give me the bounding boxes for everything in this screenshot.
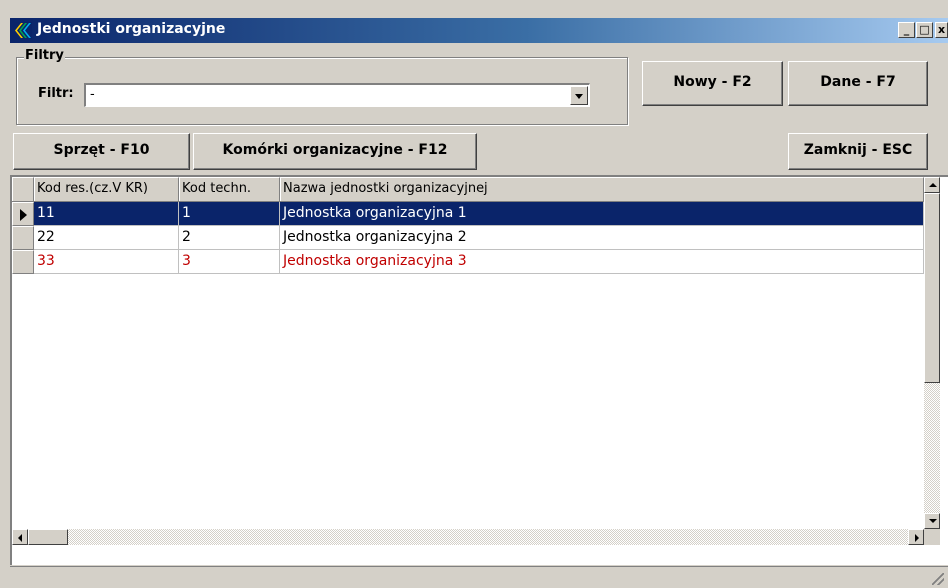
vertical-scroll-thumb[interactable] (924, 193, 940, 383)
arrow-up-icon (929, 183, 937, 187)
column-header-kod-techn[interactable]: Kod techn. (179, 177, 280, 201)
filters-group-title: Filtry (24, 48, 65, 63)
new-button[interactable]: Nowy - F2 (642, 61, 783, 106)
scroll-left-button[interactable] (12, 529, 28, 545)
cell-nazwa[interactable]: Jednostka organizacyjna 2 (280, 226, 924, 250)
table-row[interactable]: 22 2 Jednostka organizacyjna 2 (12, 226, 924, 250)
table-row[interactable]: 33 3 Jednostka organizacyjna 3 (12, 250, 924, 274)
minimize-button[interactable]: _ (898, 22, 915, 38)
cell-kod-techn[interactable]: 3 (179, 250, 280, 274)
cell-kod-techn[interactable]: 1 (179, 202, 280, 226)
current-row-arrow-icon (20, 209, 27, 221)
window-title: Jednostki organizacyjne (37, 21, 226, 37)
table-row[interactable]: 11 1 Jednostka organizacyjna 1 (12, 202, 924, 226)
filter-label: Filtr: (38, 86, 74, 101)
window: Jednostki organizacyjne _ □ x Filtry Fil… (0, 0, 948, 588)
cell-kod-res[interactable]: 33 (34, 250, 179, 274)
status-bar (10, 566, 948, 588)
arrow-right-icon (915, 534, 919, 542)
column-header-kod-res[interactable]: Kod res.(cz.V KR) (34, 177, 179, 201)
header-indicator-cell (12, 177, 34, 201)
scrollbar-corner (924, 529, 940, 545)
org-units-grid[interactable]: Kod res.(cz.V KR) Kod techn. Nazwa jedno… (10, 175, 948, 565)
scroll-right-button[interactable] (908, 529, 924, 545)
cell-kod-res[interactable]: 22 (34, 226, 179, 250)
row-indicator[interactable] (12, 226, 34, 250)
row-indicator[interactable] (12, 202, 34, 226)
close-window-button[interactable]: x (935, 22, 948, 38)
vertical-scrollbar[interactable] (924, 177, 940, 529)
app-logo-icon (14, 22, 32, 39)
grid-header: Kod res.(cz.V KR) Kod techn. Nazwa jedno… (12, 177, 924, 202)
arrow-left-icon (18, 534, 22, 542)
equipment-button[interactable]: Sprzęt - F10 (13, 133, 190, 170)
title-bar[interactable]: Jednostki organizacyjne _ □ x (10, 18, 948, 43)
cell-kod-techn[interactable]: 2 (179, 226, 280, 250)
horizontal-scroll-thumb[interactable] (28, 529, 68, 545)
row-indicator[interactable] (12, 250, 34, 274)
data-button[interactable]: Dane - F7 (788, 61, 928, 106)
scroll-up-button[interactable] (924, 177, 940, 193)
close-button[interactable]: Zamknij - ESC (788, 133, 928, 170)
resize-grip-icon[interactable] (932, 573, 944, 585)
cell-kod-res[interactable]: 11 (34, 202, 179, 226)
filter-dropdown-button[interactable] (570, 86, 588, 105)
filter-combobox-value: - (90, 87, 95, 102)
filter-combobox[interactable]: - (84, 83, 590, 107)
column-header-nazwa[interactable]: Nazwa jednostki organizacyjnej (280, 177, 924, 201)
scroll-down-button[interactable] (924, 513, 940, 529)
org-cells-button[interactable]: Komórki organizacyjne - F12 (193, 133, 477, 170)
chevron-down-icon (575, 94, 583, 99)
arrow-down-icon (929, 519, 937, 523)
cell-nazwa[interactable]: Jednostka organizacyjna 3 (280, 250, 924, 274)
maximize-button[interactable]: □ (916, 22, 933, 38)
horizontal-scrollbar[interactable] (12, 529, 924, 545)
cell-nazwa[interactable]: Jednostka organizacyjna 1 (280, 202, 924, 226)
